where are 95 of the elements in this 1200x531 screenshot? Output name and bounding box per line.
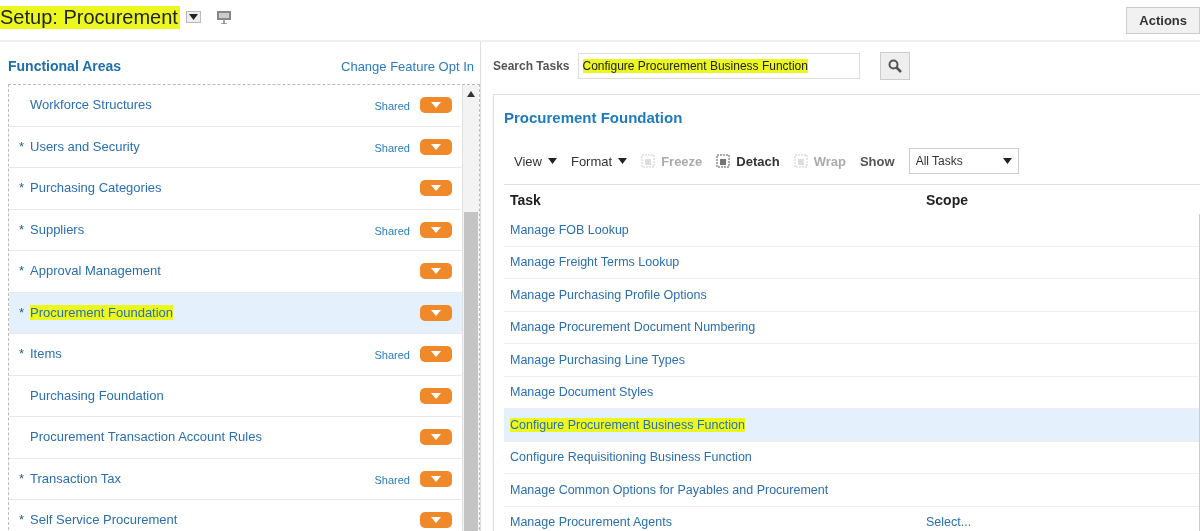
window-icon — [716, 154, 731, 168]
task-link[interactable]: Configure Requisitioning Business Function — [510, 450, 752, 465]
caret-icon — [431, 143, 441, 150]
functional-area-item[interactable]: * Purchasing Categories — [9, 168, 462, 210]
caret-icon — [431, 517, 441, 523]
change-feature-link[interactable]: Change Feature Opt In — [341, 58, 474, 74]
section-heading: Functional Areas — [8, 58, 122, 74]
search-label: Search Tasks — [493, 59, 570, 73]
functional-area-item[interactable]: Purchasing Foundation — [9, 375, 462, 417]
shared-label: Shared — [374, 224, 410, 237]
search-button[interactable] — [879, 52, 910, 80]
actions-dropdown-button[interactable] — [420, 512, 452, 528]
scroll-up-icon[interactable] — [467, 91, 475, 97]
menu-button[interactable]: View — [514, 153, 557, 169]
required-mark: * — [19, 221, 25, 237]
functional-area-item[interactable]: Procurement Transaction Account Rules — [9, 417, 462, 459]
actions-dropdown-button[interactable] — [420, 180, 452, 196]
area-name: Purchasing Categories — [30, 180, 162, 195]
functional-area-item[interactable]: * Suppliers Shared — [9, 209, 462, 251]
shared-label: Shared — [374, 141, 410, 154]
caret-icon — [431, 392, 441, 399]
actions-dropdown-button[interactable] — [420, 429, 452, 445]
area-name: Procurement Foundation — [30, 304, 174, 320]
column-header: Scope — [926, 192, 969, 208]
functional-area-item[interactable]: * Approval Management — [9, 251, 462, 293]
required-mark: * — [19, 263, 25, 278]
search-field[interactable]: Configure Procurement Business Function — [577, 53, 860, 79]
actions-dropdown-button[interactable] — [420, 263, 452, 279]
panel-title: Procurement Foundation — [504, 108, 684, 126]
area-name: Procurement Transaction Account Rules — [30, 429, 262, 444]
functional-area-item[interactable]: * Users and Security Shared — [9, 126, 462, 168]
caret-icon — [431, 351, 441, 357]
caret-icon — [547, 158, 557, 164]
task-link[interactable]: Manage Common Options for Payables and Procurement — [510, 482, 829, 497]
caret-icon — [188, 14, 198, 20]
functional-area-item[interactable]: * Procurement Foundation — [9, 292, 462, 334]
area-name: Suppliers — [30, 221, 85, 237]
area-name: Self Service Procurement — [30, 512, 178, 527]
page-title: Setup: Procurement — [0, 5, 180, 29]
functional-area-item[interactable]: * Items Shared — [9, 334, 462, 376]
required-mark: * — [19, 138, 25, 154]
task-link[interactable]: Manage Procurement Document Numbering — [510, 320, 756, 335]
actions-dropdown-button[interactable] — [420, 387, 452, 404]
caret-icon — [1002, 158, 1012, 164]
required-mark: * — [19, 180, 25, 195]
task-link[interactable]: Manage Purchasing Line Types — [510, 352, 685, 367]
required-mark: * — [19, 346, 25, 361]
caret-icon — [431, 475, 441, 482]
area-name: Users and Security — [30, 138, 140, 154]
caret-icon — [618, 158, 628, 164]
shared-label: Shared — [374, 473, 410, 486]
caret-icon — [431, 102, 441, 108]
scrollbar[interactable] — [462, 85, 479, 531]
caret-icon — [431, 434, 441, 440]
task-link[interactable]: Manage FOB Lookup — [510, 222, 629, 237]
menu-button[interactable]: Format — [570, 153, 628, 169]
title-dropdown[interactable] — [185, 11, 201, 23]
actions-dropdown-button[interactable] — [420, 346, 452, 362]
task-link[interactable]: Configure Procurement Business Function — [510, 417, 745, 432]
functional-area-item[interactable]: Workforce Structures Shared — [9, 85, 462, 127]
caret-icon — [431, 309, 441, 316]
actions-button[interactable]: Actions — [1126, 6, 1200, 34]
window-icon — [793, 154, 808, 168]
area-name: Purchasing Foundation — [30, 387, 164, 403]
task-link[interactable]: Manage Procurement Agents — [510, 515, 672, 530]
area-name: Transaction Tax — [30, 470, 122, 486]
show-select[interactable]: All Tasks — [908, 148, 1019, 174]
task-link[interactable]: Manage Document Styles — [510, 385, 654, 400]
window-icon — [641, 154, 656, 168]
show-label: Show — [859, 153, 895, 169]
area-name: Items — [30, 346, 62, 361]
area-name: Workforce Structures — [30, 97, 152, 112]
shared-label: Shared — [374, 100, 410, 112]
caret-icon — [431, 268, 441, 274]
functional-area-item[interactable]: * Transaction Tax Shared — [9, 458, 462, 500]
actions-dropdown-button[interactable] — [420, 470, 452, 487]
shared-label: Shared — [374, 349, 410, 361]
caret-icon — [431, 185, 441, 191]
column-header: Task — [510, 192, 542, 208]
actions-dropdown-button[interactable] — [420, 97, 452, 113]
required-mark: * — [19, 470, 25, 486]
required-mark: * — [19, 304, 25, 320]
toolbar-button[interactable]: Detach — [716, 153, 780, 169]
scope-link[interactable]: Select... — [926, 515, 972, 530]
area-name: Approval Management — [30, 263, 161, 278]
actions-dropdown-button[interactable] — [420, 138, 452, 155]
actions-dropdown-button[interactable] — [420, 304, 452, 321]
functional-area-item[interactable]: * Self Service Procurement — [9, 500, 462, 531]
caret-icon — [431, 226, 441, 233]
task-link[interactable]: Manage Freight Terms Lookup — [510, 255, 680, 270]
task-link[interactable]: Manage Purchasing Profile Options — [510, 287, 707, 302]
presentation-icon[interactable] — [216, 10, 231, 24]
required-mark: * — [19, 512, 25, 527]
search-icon — [887, 59, 902, 73]
actions-dropdown-button[interactable] — [420, 221, 452, 238]
